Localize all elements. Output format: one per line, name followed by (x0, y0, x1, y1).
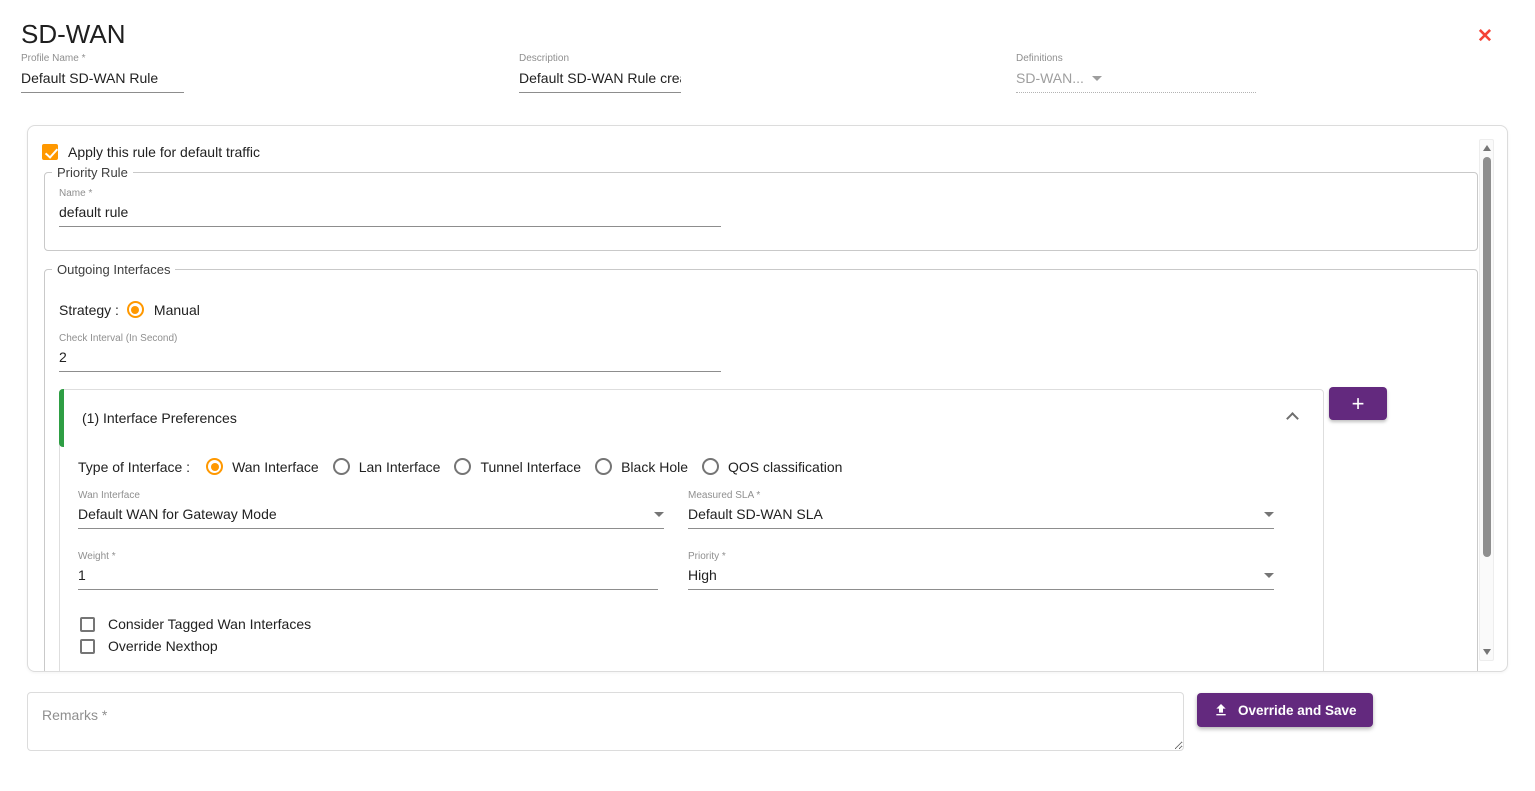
description-label: Description (519, 53, 681, 66)
chevron-down-icon (1264, 573, 1274, 578)
profile-name-label: Profile Name * (21, 53, 184, 66)
tunnel-interface-radio-label: Tunnel Interface (480, 459, 581, 475)
rule-panel: Apply this rule for default traffic Prio… (27, 125, 1508, 672)
weight-field: Weight * 1 (78, 551, 658, 590)
weight-label: Weight * (78, 551, 658, 564)
lan-interface-radio[interactable] (333, 458, 350, 475)
rule-name-field: Name * default rule (59, 188, 721, 227)
priority-rule-legend: Priority Rule (52, 165, 133, 180)
type-option-blackhole[interactable]: Black Hole (595, 458, 688, 475)
chevron-down-icon (1092, 76, 1102, 81)
strategy-manual-label: Manual (154, 302, 200, 318)
check-interval-label: Check Interval (In Second) (59, 333, 721, 346)
close-icon[interactable]: ✕ (1473, 25, 1497, 49)
type-option-lan[interactable]: Lan Interface (333, 458, 441, 475)
priority-select[interactable]: High (688, 564, 1274, 590)
interface-preferences-header[interactable]: (1) Interface Preferences (82, 410, 237, 426)
lan-interface-radio-label: Lan Interface (359, 459, 441, 475)
check-interval-field: Check Interval (In Second) 2 (59, 333, 721, 372)
active-indicator-bar (59, 389, 64, 447)
qos-classification-radio[interactable] (702, 458, 719, 475)
definitions-field: Definitions SD-WAN... (1016, 53, 1256, 93)
override-nexthop-checkbox[interactable] (80, 639, 95, 654)
measured-sla-select[interactable]: Default SD-WAN SLA (688, 503, 1274, 529)
wan-interface-field: Wan Interface Default WAN for Gateway Mo… (78, 490, 664, 529)
weight-input[interactable]: 1 (78, 564, 658, 590)
rule-name-input[interactable]: default rule (59, 201, 721, 227)
qos-classification-radio-label: QOS classification (728, 459, 842, 475)
consider-tagged-row[interactable]: Consider Tagged Wan Interfaces (80, 616, 311, 632)
definitions-label: Definitions (1016, 53, 1256, 66)
wan-interface-radio[interactable] (206, 458, 223, 475)
wan-interface-value: Default WAN for Gateway Mode (78, 506, 277, 522)
scroll-down-icon[interactable] (1483, 649, 1491, 655)
black-hole-radio-label: Black Hole (621, 459, 688, 475)
consider-tagged-label: Consider Tagged Wan Interfaces (108, 616, 311, 632)
measured-sla-value: Default SD-WAN SLA (688, 506, 823, 522)
description-field: Description Default SD-WAN Rule created (519, 53, 681, 93)
priority-label: Priority * (688, 551, 1274, 564)
strategy-row: Strategy : Manual (59, 301, 200, 318)
wan-interface-label: Wan Interface (78, 490, 664, 503)
scrollbar-thumb[interactable] (1483, 157, 1491, 557)
profile-name-field: Profile Name * Default SD-WAN Rule (21, 53, 184, 93)
remarks-textarea[interactable] (27, 692, 1184, 751)
profile-name-input[interactable]: Default SD-WAN Rule (21, 66, 184, 93)
chevron-down-icon (1264, 512, 1274, 517)
description-input[interactable]: Default SD-WAN Rule created (519, 66, 681, 93)
outgoing-interfaces-group: Outgoing Interfaces Strategy : Manual Ch… (44, 262, 1478, 672)
tunnel-interface-radio[interactable] (454, 458, 471, 475)
override-and-save-label: Override and Save (1238, 703, 1357, 718)
chevron-down-icon (654, 512, 664, 517)
upload-icon (1213, 702, 1229, 718)
sdwan-profile-page: SD-WAN ✕ Profile Name * Default SD-WAN R… (0, 0, 1535, 791)
priority-value: High (688, 567, 717, 583)
type-of-interface-label: Type of Interface : (78, 459, 190, 475)
type-option-qos[interactable]: QOS classification (702, 458, 842, 475)
apply-default-row[interactable]: Apply this rule for default traffic (42, 144, 260, 160)
priority-field: Priority * High (688, 551, 1274, 590)
apply-default-checkbox[interactable] (42, 144, 58, 160)
override-nexthop-row[interactable]: Override Nexthop (80, 638, 218, 654)
strategy-manual-radio[interactable] (127, 301, 144, 318)
wan-interface-select[interactable]: Default WAN for Gateway Mode (78, 503, 664, 529)
scroll-up-icon[interactable] (1483, 145, 1491, 151)
definitions-value: SD-WAN... (1016, 70, 1084, 86)
outgoing-interfaces-legend: Outgoing Interfaces (52, 262, 175, 277)
wan-interface-radio-label: Wan Interface (232, 459, 319, 475)
type-option-tunnel[interactable]: Tunnel Interface (454, 458, 581, 475)
override-nexthop-label: Override Nexthop (108, 638, 218, 654)
black-hole-radio[interactable] (595, 458, 612, 475)
strategy-label: Strategy : (59, 302, 119, 318)
scrollbar-track[interactable] (1479, 139, 1494, 661)
type-of-interface-row: Type of Interface : Wan Interface Lan In… (78, 458, 842, 475)
measured-sla-field: Measured SLA * Default SD-WAN SLA (688, 490, 1274, 529)
priority-rule-group: Priority Rule Name * default rule (44, 165, 1478, 251)
consider-tagged-checkbox[interactable] (80, 617, 95, 632)
override-and-save-button[interactable]: Override and Save (1197, 693, 1373, 727)
definitions-select: SD-WAN... (1016, 66, 1256, 93)
measured-sla-label: Measured SLA * (688, 490, 1274, 503)
interface-preferences-card: (1) Interface Preferences Type of Interf… (59, 389, 1324, 672)
apply-default-label: Apply this rule for default traffic (68, 144, 260, 160)
check-interval-input[interactable]: 2 (59, 346, 721, 372)
page-title: SD-WAN (21, 19, 125, 50)
add-interface-preference-button[interactable]: + (1329, 387, 1387, 420)
type-option-wan[interactable]: Wan Interface (206, 458, 319, 475)
rule-name-label: Name * (59, 188, 721, 201)
chevron-up-icon[interactable] (1286, 412, 1299, 425)
